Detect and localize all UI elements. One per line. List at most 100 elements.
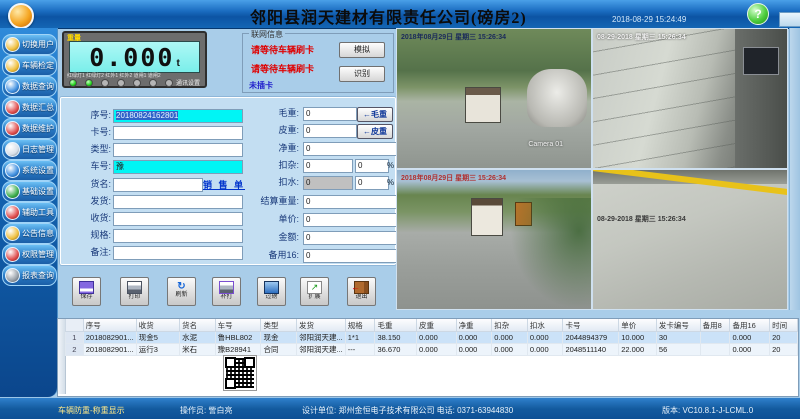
weight-readout: 0.000 xyxy=(89,45,174,70)
table-header-row: 序号 收货 货名 车号 类型 发货 规格 毛重 皮重 净重 扣杂 扣水 卡号 单… xyxy=(66,319,798,332)
camera-view-2[interactable]: 08-29-2018 星期三 15:26:34 xyxy=(592,28,788,169)
gutter-header xyxy=(66,319,84,332)
simulate-button[interactable]: 模拟 xyxy=(339,42,385,58)
unit-price-label: 单价: xyxy=(245,213,299,225)
save-button[interactable]: 保存 xyxy=(72,277,101,306)
log-icon xyxy=(5,142,20,157)
sidebar-item-data-maintain[interactable]: 数据维护 xyxy=(2,118,57,139)
serial-input[interactable]: 20180824162801 xyxy=(113,109,243,123)
card-no-input[interactable] xyxy=(113,126,243,140)
sidebar: 切换用户 车辆检定 数据查询 数据汇总 数据维护 日志管理 系统设置 基础设置 … xyxy=(0,28,58,397)
sidebar-item-switch-user[interactable]: 切换用户 xyxy=(2,34,57,55)
camera-timestamp: 2018年08月29日 星期三 15:26:34 xyxy=(401,173,506,183)
group-title: 联网信息 xyxy=(249,29,285,40)
search-icon xyxy=(5,79,20,94)
moisture-pct-input[interactable]: 0 xyxy=(355,176,389,190)
lcd-screen: 0.000 t xyxy=(69,41,200,73)
gross-input[interactable]: 0 xyxy=(303,107,357,121)
amount-input[interactable]: 0 xyxy=(303,231,397,245)
net-input[interactable]: 0 xyxy=(303,142,397,156)
indicator-row: 红绿灯1 红绿灯2 红外1 红外2 道闸1 道闸2 通讯设置 xyxy=(67,73,200,86)
table-row[interactable]: 2 2018082901... 运行3 米石 豫B28941 合同 邻阳润天建.… xyxy=(66,344,798,356)
card-status-text: 未插卡 xyxy=(249,80,273,91)
sidebar-item-log-manage[interactable]: 日志管理 xyxy=(2,139,57,160)
type-label: 类型: xyxy=(67,143,111,155)
receiver-label: 收货: xyxy=(67,212,111,224)
camera-timestamp: 08-29-2018 星期三 15:26:34 xyxy=(597,214,686,224)
refresh-button[interactable]: 刷新 xyxy=(167,277,196,306)
gross-label: 毛重: xyxy=(245,107,299,119)
sidebar-item-base-settings[interactable]: 基础设置 xyxy=(2,181,57,202)
spare16-input[interactable]: 0 xyxy=(303,249,397,263)
network-info-group: 联网信息 请等待车辆刷卡 请等待车辆刷卡 未插卡 模拟 识别 xyxy=(242,33,394,93)
exit-button[interactable]: 退出 xyxy=(347,277,376,306)
settle-weight-input[interactable]: 0 xyxy=(303,195,397,209)
clock-text: 2018-08-29 15:24:49 xyxy=(612,15,686,24)
reprint-button[interactable]: 补打 xyxy=(212,277,241,306)
printer-icon xyxy=(127,281,142,294)
gear-icon xyxy=(5,184,20,199)
scale-display: 重量 0.000 t 红绿灯1 红绿灯2 红外1 红外2 道闸1 道闸2 通讯设… xyxy=(62,31,207,88)
refresh-icon xyxy=(175,281,188,292)
user-icon xyxy=(5,37,20,52)
camera-view-4[interactable]: 08-29-2018 星期三 15:26:34 xyxy=(592,169,788,310)
impurity-pct-input[interactable]: 0 xyxy=(355,159,389,173)
moisture-input[interactable]: 0 xyxy=(303,176,353,190)
wait-card-message-1: 请等待车辆刷卡 xyxy=(251,43,314,56)
qr-finder-icon xyxy=(244,357,255,368)
sidebar-item-data-summary[interactable]: 数据汇总 xyxy=(2,97,57,118)
camera-view-3[interactable]: 2018年08月29日 星期三 15:26:34 xyxy=(396,169,592,310)
sender-label: 发货: xyxy=(67,195,111,207)
right-scrollbar[interactable] xyxy=(789,28,800,310)
titlebar-widget xyxy=(779,12,800,27)
sender-input[interactable] xyxy=(113,195,243,209)
sidebar-item-report-query[interactable]: 报表查询 xyxy=(2,265,57,286)
percent-sign: % xyxy=(387,178,394,187)
spec-input[interactable] xyxy=(113,229,243,243)
spare16-label: 备用16: xyxy=(245,249,299,261)
sidebar-item-aux-tools[interactable]: 辅助工具 xyxy=(2,202,57,223)
plate-input[interactable]: 豫 xyxy=(113,160,243,174)
status-bar: 车辆防重-称重显示 操作员: 訾白亮 设计单位: 郑州金恒电子技术有限公司 电话… xyxy=(0,397,800,419)
led-on-icon xyxy=(69,79,77,87)
extend-button[interactable]: 扩展 xyxy=(300,277,329,306)
printer-icon xyxy=(219,281,234,294)
print-button[interactable]: 打印 xyxy=(120,277,149,306)
sidebar-item-permission[interactable]: 权限管理 xyxy=(2,244,57,265)
led-off-icon xyxy=(165,79,173,87)
tare-input[interactable]: 0 xyxy=(303,124,357,138)
sidebar-item-notice[interactable]: 公告信息 xyxy=(2,223,57,244)
sales-slip-link[interactable]: 销 售 单 xyxy=(203,178,245,191)
impurity-input[interactable]: 0 xyxy=(303,159,353,173)
guard-booth xyxy=(465,87,501,123)
receiver-input[interactable] xyxy=(113,212,243,226)
capture-gross-button[interactable]: ←毛重 xyxy=(357,107,393,122)
remark-input[interactable] xyxy=(113,246,243,260)
goods-input[interactable] xyxy=(113,178,203,192)
sidebar-item-vehicle-check[interactable]: 车辆检定 xyxy=(2,55,57,76)
truck-icon xyxy=(5,58,20,73)
table-row[interactable]: 1 2018082901... 现金5 水泥 鲁HBL802 现金 邻阳润天建.… xyxy=(66,332,798,344)
indicator-labels: 红绿灯1 红绿灯2 红外1 红外2 道闸1 道闸2 xyxy=(67,72,161,79)
wait-card-message-2: 请等待车辆刷卡 xyxy=(251,62,314,75)
type-input[interactable] xyxy=(113,143,243,157)
help-icon[interactable]: ? xyxy=(747,3,769,25)
sidebar-item-data-query[interactable]: 数据查询 xyxy=(2,76,57,97)
report-icon xyxy=(5,268,20,283)
info-icon xyxy=(5,226,20,241)
camera-view-1[interactable]: 2018年08月29日 星期三 15:26:34 Camera 01 xyxy=(396,28,592,169)
capture-tare-button[interactable]: ←皮重 xyxy=(357,124,393,139)
led-off-icon xyxy=(101,79,109,87)
unit-price-input[interactable]: 0 xyxy=(303,213,397,227)
remark-label: 备注: xyxy=(67,246,111,258)
weigh-button[interactable]: 过磅 xyxy=(257,277,286,306)
impurity-label: 扣杂: xyxy=(245,159,299,171)
small-truck xyxy=(515,202,532,226)
sidebar-item-system-settings[interactable]: 系统设置 xyxy=(2,160,57,181)
comm-settings-link[interactable]: 通讯设置 xyxy=(176,78,200,87)
wrench-icon xyxy=(5,121,20,136)
led-on-icon xyxy=(85,79,93,87)
operator-text: 操作员: 訾白亮 xyxy=(180,405,232,416)
recognize-button[interactable]: 识别 xyxy=(339,66,385,82)
records-table: 序号 收货 货名 车号 类型 发货 规格 毛重 皮重 净重 扣杂 扣水 卡号 单… xyxy=(65,319,798,356)
